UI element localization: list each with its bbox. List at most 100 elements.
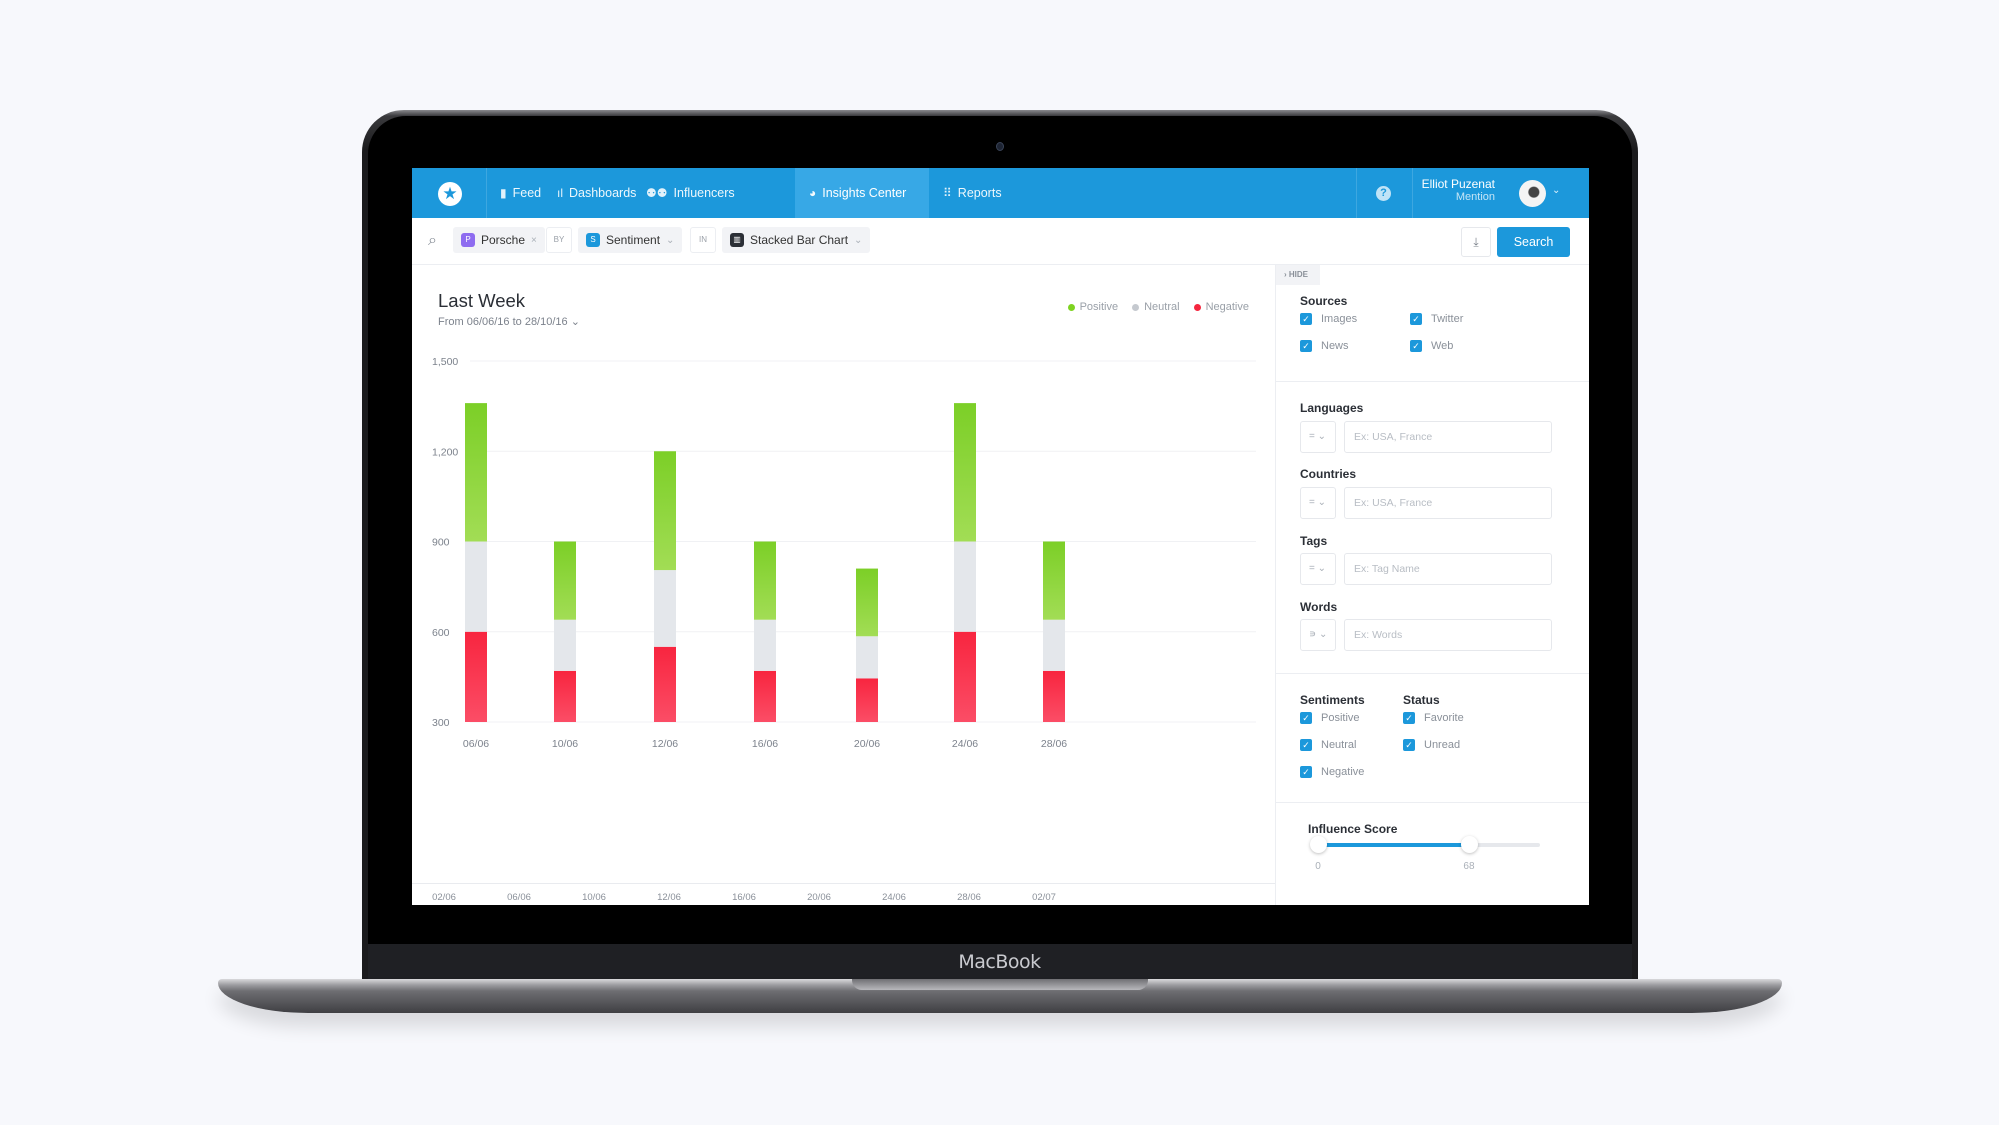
avatar[interactable] <box>1519 180 1546 207</box>
bar-positive[interactable] <box>554 541 576 620</box>
status-unread-checkbox[interactable]: ✓ Unread <box>1403 739 1460 751</box>
nav-item-influencers[interactable]: ⚉⚉ Influencers <box>632 168 749 218</box>
bar-negative[interactable] <box>465 631 487 722</box>
download-button[interactable]: ⤓ <box>1461 227 1491 257</box>
nav-item-insights-center[interactable]: ◕ Insights Center <box>795 168 929 218</box>
timeline-tick-label: 02/06 <box>432 892 456 903</box>
section-divider <box>1276 381 1589 382</box>
source-twitter-checkbox[interactable]: ✓ Twitter <box>1410 313 1463 325</box>
top-nav: ★ ▮ Feed ıl Dashboards ⚉⚉ Influencers ◕ … <box>412 168 1589 218</box>
sentiment-positive-checkbox[interactable]: ✓ Positive <box>1300 712 1360 724</box>
bar-negative[interactable] <box>1043 670 1065 722</box>
countries-title: Countries <box>1300 467 1357 481</box>
slider-handle-max[interactable] <box>1460 836 1478 853</box>
bar-negative[interactable] <box>754 670 776 722</box>
insights-icon: ◕ <box>809 186 817 200</box>
timeline-navigator[interactable]: 02/06 06/06 10/06 12/06 16/06 20/06 24/06 28/06… <box>412 884 1275 905</box>
bar-negative[interactable] <box>554 670 576 722</box>
bar-neutral[interactable] <box>654 570 676 647</box>
bar-neutral[interactable] <box>1043 619 1065 671</box>
nav-item-reports[interactable]: ⠿ Reports <box>929 168 1016 218</box>
countries-operator-select[interactable]: = ⌄ <box>1300 487 1336 519</box>
view-label: Stacked Bar Chart <box>750 233 849 247</box>
source-images-checkbox[interactable]: ✓ Images <box>1300 313 1357 325</box>
timeline-tick-label: 20/06 <box>807 892 831 903</box>
influence-score-slider[interactable] <box>1310 836 1540 853</box>
x-tick-label: 16/06 <box>752 738 778 750</box>
source-web-checkbox[interactable]: ✓ Web <box>1410 340 1453 352</box>
section-divider <box>1276 802 1589 803</box>
tags-title: Tags <box>1300 534 1328 548</box>
slider-handle-min[interactable] <box>1310 836 1327 853</box>
hide-label: HIDE <box>1288 270 1309 279</box>
nav-label: Feed <box>512 186 542 200</box>
x-tick-label: 24/06 <box>952 738 978 750</box>
bar-negative[interactable] <box>856 678 878 722</box>
status-favorite-checkbox[interactable]: ✓ Favorite <box>1403 712 1464 724</box>
close-icon[interactable]: × <box>531 235 537 246</box>
countries-input[interactable] <box>1344 487 1552 519</box>
user-name: Elliot Puzenat <box>1421 177 1495 191</box>
query-chip[interactable]: P Porsche × <box>453 227 545 253</box>
stacked-bar-chart: 1,500 1,200 900 600 300 06/06 10/06 12/06 16/06 2… <box>432 356 1256 750</box>
bar-neutral[interactable] <box>465 541 487 632</box>
section-divider <box>1276 673 1589 674</box>
chevron-down-icon: ⌄ <box>666 234 675 246</box>
view-type-select[interactable]: ▥ Stacked Bar Chart ⌄ <box>722 227 871 253</box>
checkbox-label: Images <box>1321 313 1358 325</box>
search-icon[interactable]: ⌕ <box>428 232 437 250</box>
filter-sidebar: › HIDE Sources ✓ Images ✓ Twitter ✓ News ✓ W… <box>1275 265 1589 905</box>
nav-divider <box>1356 168 1357 218</box>
search-button[interactable]: Search <box>1497 227 1570 257</box>
timeline-tick-label: 12/06 <box>657 892 681 903</box>
x-tick-label: 28/06 <box>1041 738 1067 750</box>
status-title: Status <box>1403 693 1440 707</box>
languages-input[interactable] <box>1344 421 1552 453</box>
app-screen: ★ ▮ Feed ıl Dashboards ⚉⚉ Influencers ◕ … <box>412 168 1589 905</box>
in-connector: IN <box>690 227 716 253</box>
bar-neutral[interactable] <box>754 619 776 671</box>
by-connector: BY <box>546 227 572 253</box>
y-tick-label: 1,500 <box>432 356 458 368</box>
influencers-icon: ⚉⚉ <box>646 186 668 200</box>
languages-title: Languages <box>1300 401 1364 415</box>
nav-divider <box>1412 168 1413 218</box>
bar-positive[interactable] <box>654 451 676 571</box>
user-menu[interactable]: Elliot Puzenat Mention <box>1422 178 1495 204</box>
checkbox-label: Twitter <box>1431 313 1464 325</box>
checkbox-label: Negative <box>1321 766 1365 778</box>
sentiment-neutral-checkbox[interactable]: ✓ Neutral <box>1300 739 1356 751</box>
camera-icon <box>996 142 1004 151</box>
bar-negative[interactable] <box>654 646 676 722</box>
bar-positive[interactable] <box>465 403 487 542</box>
bar-positive[interactable] <box>954 403 976 542</box>
sentiment-negative-checkbox[interactable]: ✓ Negative <box>1300 766 1364 778</box>
bar-negative[interactable] <box>954 631 976 722</box>
timeline-tick-label: 06/06 <box>507 892 531 903</box>
bar-neutral[interactable] <box>954 541 976 632</box>
hide-sidebar-button[interactable]: › HIDE <box>1276 265 1320 285</box>
bar-positive[interactable] <box>1043 541 1065 620</box>
checkbox-label: News <box>1321 340 1349 352</box>
bar-neutral[interactable] <box>554 619 576 671</box>
bar-positive[interactable] <box>856 568 878 637</box>
device-label: MacBook <box>958 951 1041 973</box>
tags-operator-select[interactable]: = ⌄ <box>1300 553 1336 585</box>
languages-operator-select[interactable]: = ⌄ <box>1300 421 1336 453</box>
stacked-bar-icon: ▥ <box>730 233 744 247</box>
x-tick-label: 06/06 <box>463 738 489 750</box>
x-tick-label: 20/06 <box>854 738 880 750</box>
help-icon[interactable]: ? <box>1376 186 1391 201</box>
slider-min-label: 0 <box>1315 861 1321 872</box>
star-logo-icon[interactable]: ★ <box>438 182 462 206</box>
words-input[interactable] <box>1344 619 1552 651</box>
chevron-down-icon[interactable]: ⌄ <box>1552 185 1560 196</box>
bar-neutral[interactable] <box>856 636 878 679</box>
source-news-checkbox[interactable]: ✓ News <box>1300 340 1349 352</box>
tags-input[interactable] <box>1344 553 1552 585</box>
words-operator-select[interactable]: ∍ ⌄ <box>1300 619 1336 651</box>
group-by-select[interactable]: S Sentiment ⌄ <box>578 227 683 253</box>
bar-positive[interactable] <box>754 541 776 620</box>
timeline-tick-label: 24/06 <box>882 892 906 903</box>
timeline-tick-label: 16/06 <box>732 892 756 903</box>
